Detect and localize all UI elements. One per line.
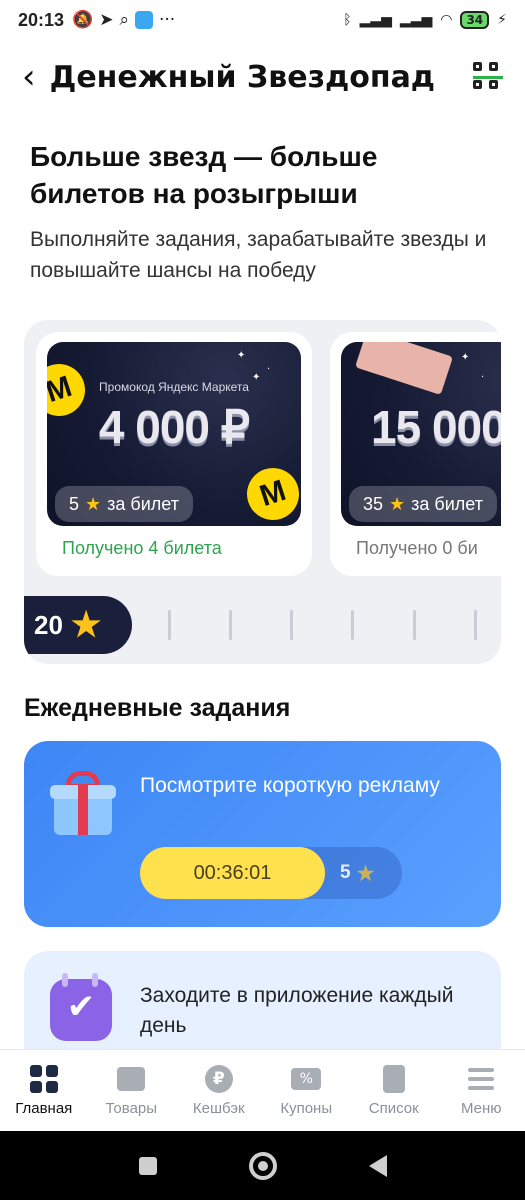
telegram-icon: ➤	[99, 10, 114, 30]
back-button[interactable]	[368, 1154, 387, 1177]
yandex-market-logo: M	[240, 461, 301, 526]
ticket-cost: 35 ★ за билет	[349, 486, 497, 522]
signal-icon: ▂▃▅	[359, 12, 392, 28]
task-timer: 00:36:01	[140, 847, 325, 899]
app-status-icon	[135, 11, 153, 29]
gift-icon	[50, 771, 116, 835]
calendar-check-icon: ✔	[50, 973, 112, 1041]
progress-tick	[351, 610, 354, 640]
prize-amount: 15 000	[371, 401, 501, 453]
progress-tick	[413, 610, 416, 640]
task-card-daily-visit[interactable]: ✔ Заходите в приложение каждый день	[24, 951, 501, 1049]
task-reward: 5 ★	[340, 847, 375, 899]
hero-title: Больше звезд — больше билетов на розыгры…	[30, 141, 378, 209]
prize-card[interactable]: ✦ · ✦ M M Промокод Яндекс Маркета 4 000 …	[36, 332, 312, 576]
more-icon: ···	[159, 10, 176, 30]
signal-icon-2: ▂▃▅	[399, 12, 433, 28]
ticket-cost: 5 ★ за билет	[55, 486, 193, 522]
app-header: ‹ Денежный Звездопад	[0, 40, 525, 114]
star-icon: ★	[389, 493, 406, 514]
nav-label: Кешбэк	[192, 1100, 245, 1117]
nav-item-coupons[interactable]: % Купоны	[263, 1050, 351, 1131]
stars-balance-value: 20	[34, 609, 63, 640]
prize-carousel[interactable]: ✦ · ✦ M M Промокод Яндекс Маркета 4 000 …	[24, 320, 501, 664]
stars-balance: 20 ★	[24, 596, 132, 654]
prize-promo-label: Промокод Яндекс Маркета	[99, 380, 249, 394]
nav-item-products[interactable]: Товары	[88, 1050, 176, 1131]
task-text: Посмотрите короткую рекламу	[140, 774, 440, 797]
status-system-icons: ᛒ ▂▃▅ ▂▃▅ ◠ 34 ⚡	[343, 11, 507, 29]
nav-item-cashback[interactable]: ₽ Кешбэк	[175, 1050, 263, 1131]
list-icon	[379, 1064, 409, 1094]
task-card-watch-ad[interactable]: Посмотрите короткую рекламу 00:36:01 5 ★	[24, 741, 501, 927]
page-title: Денежный Звездопад	[49, 59, 436, 95]
task-reward-value: 5	[340, 862, 351, 883]
ticket-cost-suffix: за билет	[107, 493, 179, 514]
star-icon: ★	[356, 862, 375, 885]
nav-item-list[interactable]: Список	[350, 1050, 438, 1131]
prize-image: ✦ · 15 000 35 ★ за билет	[341, 342, 501, 526]
home-icon	[29, 1064, 59, 1094]
battery-indicator: 34	[460, 11, 490, 29]
progress-tick	[168, 610, 171, 640]
search-status-icon: ⌕	[119, 10, 129, 30]
progress-tick	[229, 610, 232, 640]
nav-item-menu[interactable]: Меню	[438, 1050, 525, 1131]
coupon-icon: %	[291, 1064, 322, 1094]
progress-tick	[290, 610, 293, 640]
menu-icon	[466, 1064, 496, 1094]
tickets-received: Получено 0 би	[356, 538, 478, 558]
bluetooth-icon: ᛒ	[343, 12, 352, 28]
qr-code-icon[interactable]	[473, 62, 503, 92]
ticket-cost-suffix: за билет	[411, 493, 483, 514]
daily-tasks-title: Ежедневные задания	[24, 694, 291, 722]
nav-label: Меню	[460, 1100, 502, 1117]
system-navigation-bar	[0, 1131, 525, 1200]
ticket-cost-value: 35	[363, 493, 384, 514]
cashback-icon: ₽	[204, 1064, 234, 1094]
prize-card[interactable]: ✦ · 15 000 35 ★ за билет Получено 0 би	[330, 332, 501, 576]
ticket-cost-value: 5	[69, 493, 80, 514]
wifi-icon: ◠	[440, 12, 453, 28]
status-time: 20:13	[18, 9, 65, 30]
status-bar: 20:13 🔕 ➤ ⌕ ··· ᛒ ▂▃▅ ▂▃▅ ◠ 34 ⚡	[0, 0, 525, 40]
prize-amount: 4 000 ₽	[98, 401, 250, 453]
prize-image: ✦ · ✦ M M Промокод Яндекс Маркета 4 000 …	[47, 342, 301, 526]
nav-label: Купоны	[280, 1100, 333, 1117]
shop-icon	[116, 1064, 146, 1094]
task-timer-bar: 00:36:01 5 ★	[140, 847, 402, 899]
bottom-navigation: Главная Товары ₽ Кешбэк % Купоны Список …	[0, 1049, 525, 1131]
nav-label: Товары	[105, 1100, 158, 1117]
nav-label: Список	[368, 1100, 419, 1117]
banknote-image	[355, 342, 453, 395]
task-text: Заходите в приложение каждый день	[140, 984, 454, 1037]
recent-apps-button[interactable]	[138, 1156, 157, 1175]
hero-subtitle: Выполняйте задания, зарабатывайте звезды…	[30, 228, 487, 282]
status-notification-icons: 🔕 ➤ ⌕ ···	[72, 10, 175, 30]
main-content: Больше звезд — больше билетов на розыгры…	[0, 114, 525, 1049]
progress-tick	[474, 610, 477, 640]
home-button[interactable]	[248, 1151, 277, 1180]
star-icon: ★	[70, 606, 102, 644]
mute-icon: 🔕	[72, 10, 94, 30]
tickets-received: Получено 4 билета	[62, 538, 222, 558]
charging-icon: ⚡	[497, 12, 507, 28]
nav-label: Главная	[15, 1100, 73, 1117]
nav-item-home[interactable]: Главная	[0, 1050, 88, 1131]
back-icon[interactable]: ‹	[22, 60, 36, 94]
star-icon: ★	[85, 493, 102, 514]
